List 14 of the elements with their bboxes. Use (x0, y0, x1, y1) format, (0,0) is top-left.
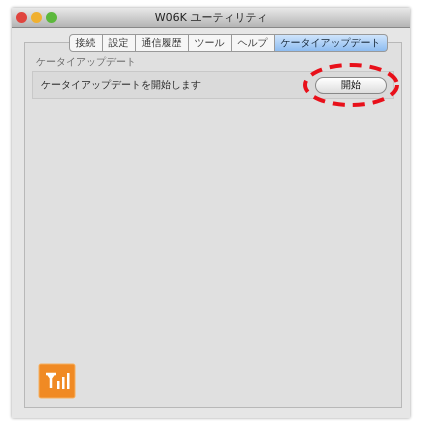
start-button[interactable]: 開始 (315, 76, 387, 94)
section-title: ケータイアップデート (36, 56, 136, 69)
update-message: ケータイアップデートを開始します (41, 78, 201, 92)
tab[interactable]: ツール (188, 34, 232, 52)
tab[interactable]: 設定 (102, 34, 136, 52)
signal-icon[interactable] (38, 363, 76, 399)
zoom-button[interactable] (46, 12, 57, 23)
close-button[interactable] (16, 12, 27, 23)
tab[interactable]: 通信履歴 (136, 34, 188, 52)
window-title: W06K ユーティリティ (154, 10, 268, 25)
tab[interactable]: ヘルプ (232, 34, 274, 52)
tab[interactable]: ケータイアップデート (274, 34, 388, 52)
minimize-button[interactable] (31, 12, 42, 23)
tab[interactable]: 接続 (68, 34, 102, 52)
